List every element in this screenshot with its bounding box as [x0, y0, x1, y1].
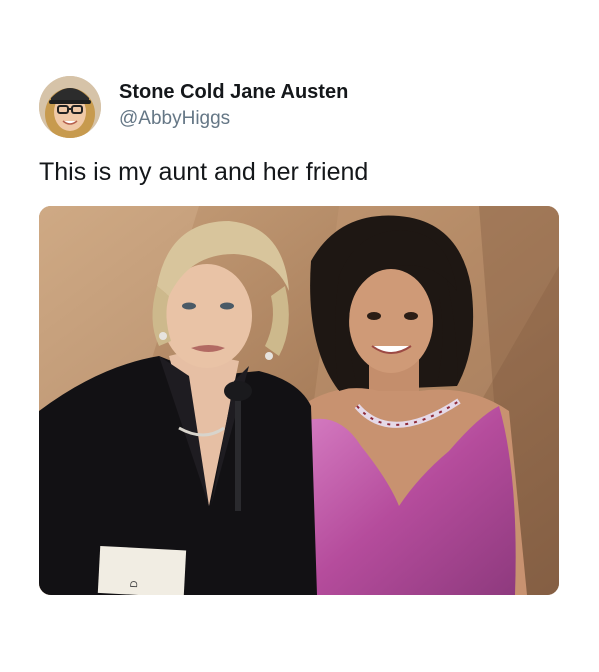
author-avatar[interactable]	[39, 76, 101, 138]
author-handle[interactable]: @AbbyHiggs	[119, 107, 348, 131]
avatar-image	[39, 76, 101, 138]
author-info: Stone Cold Jane Austen @AbbyHiggs	[119, 80, 348, 131]
tweet-photo[interactable]: D	[39, 206, 559, 595]
author-display-name[interactable]: Stone Cold Jane Austen	[119, 80, 348, 104]
tweet-text: This is my aunt and her friend	[39, 158, 369, 186]
tweet-card: Stone Cold Jane Austen @AbbyHiggs This i…	[0, 0, 599, 672]
card-text: D	[129, 580, 140, 588]
photo-image: D	[39, 206, 559, 595]
